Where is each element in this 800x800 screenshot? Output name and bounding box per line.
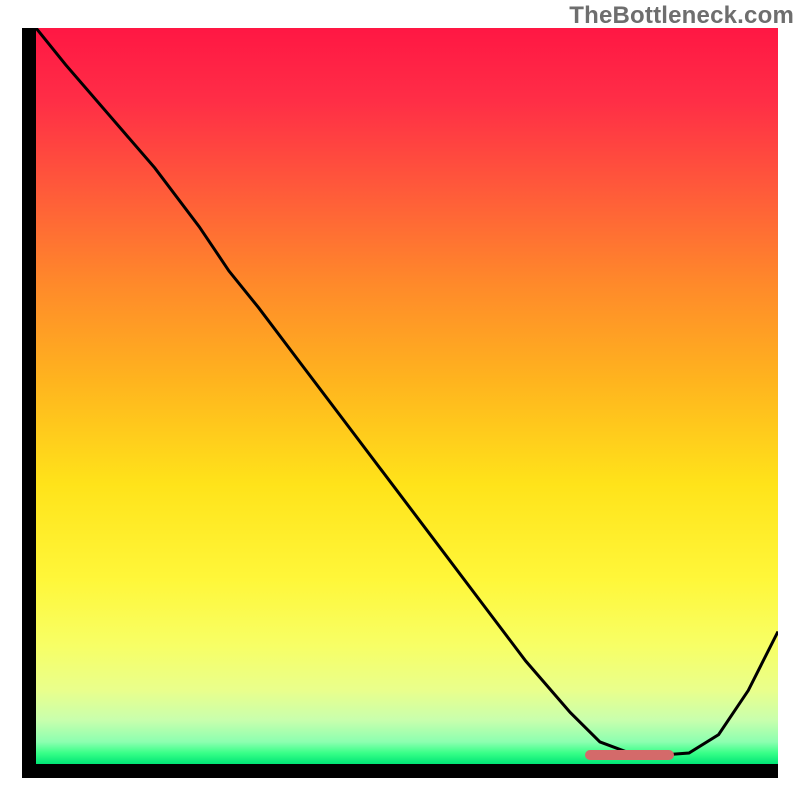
y-axis (22, 28, 36, 778)
x-axis (22, 764, 778, 778)
watermark-text: TheBottleneck.com (569, 2, 794, 30)
optimal-range-marker (585, 750, 674, 760)
bottleneck-curve (36, 28, 778, 764)
chart-container: TheBottleneck.com (0, 0, 800, 800)
plot-area (36, 28, 778, 764)
